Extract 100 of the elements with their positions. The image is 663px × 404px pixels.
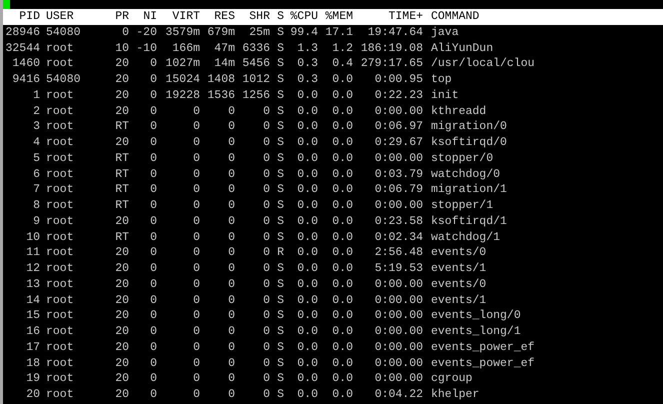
table-cell: 0.0 xyxy=(332,388,353,401)
table-cell: 0 xyxy=(263,120,270,134)
table-cell: 16 xyxy=(26,325,40,338)
table-cell: S xyxy=(277,388,284,401)
table-cell: 0 xyxy=(150,104,157,118)
table-cell: 0 xyxy=(150,214,157,228)
table-cell: 0 xyxy=(150,183,157,196)
table-cell: 20 xyxy=(26,388,40,401)
table-cell: 15 xyxy=(26,309,40,322)
table-cell: 0 xyxy=(263,183,270,196)
text-cursor xyxy=(3,0,10,9)
table-cell: 6336 xyxy=(242,42,270,54)
table-cell: 19228 xyxy=(165,88,200,102)
table-cell: 0 xyxy=(150,168,157,180)
table-cell: 3 xyxy=(33,120,40,134)
table-cell: events/1 xyxy=(431,294,486,306)
table-cell: S xyxy=(277,42,284,54)
table-cell: ksoftirqd/1 xyxy=(431,214,507,228)
table-cell: 0:02.34 xyxy=(374,230,423,244)
table-cell: 0 xyxy=(122,26,129,39)
table-cell: 1256 xyxy=(242,88,270,102)
table-cell: 0 xyxy=(150,372,157,386)
table-cell: 0.0 xyxy=(332,294,353,306)
table-cell: 0 xyxy=(193,278,200,291)
table-cell: 0.0 xyxy=(332,199,353,212)
column-header: TIME+ xyxy=(388,10,423,23)
table-cell: root xyxy=(46,136,74,149)
table-cell: 0 xyxy=(228,340,235,354)
column-header: PR xyxy=(115,10,129,23)
table-cell: 0.0 xyxy=(297,199,318,212)
table-cell: S xyxy=(277,183,284,196)
table-cell: 1536 xyxy=(207,88,235,102)
table-cell: 0 xyxy=(150,136,157,149)
table-cell: S xyxy=(277,294,284,306)
table-cell: 20 xyxy=(115,356,129,370)
table-cell: 0 xyxy=(228,104,235,118)
table-cell: migration/0 xyxy=(431,120,507,134)
table-cell: S xyxy=(277,168,284,180)
table-cell: 0 xyxy=(150,120,157,134)
table-cell: 0 xyxy=(150,262,157,275)
table-cell: 47m xyxy=(214,42,235,54)
table-cell: 0 xyxy=(263,230,270,244)
table-cell: 0 xyxy=(193,262,200,275)
table-cell: 20 xyxy=(115,372,129,386)
table-cell: events/0 xyxy=(431,278,486,291)
column-header: NI xyxy=(143,10,157,23)
table-cell: 166m xyxy=(172,42,200,54)
table-cell: migration/1 xyxy=(431,183,507,196)
table-cell: 0 xyxy=(263,372,270,386)
table-cell: events_long/1 xyxy=(431,325,521,338)
table-cell: top xyxy=(431,73,452,86)
table-cell: 679m xyxy=(207,26,235,39)
table-cell: watchdog/0 xyxy=(431,168,500,180)
table-cell: cgroup xyxy=(431,372,472,386)
table-cell: 0.0 xyxy=(297,356,318,370)
table-cell: S xyxy=(277,199,284,212)
table-cell: 17.1 xyxy=(325,26,353,39)
table-cell: 0 xyxy=(228,230,235,244)
table-cell: /usr/local/clou xyxy=(431,57,535,70)
table-cell: 20 xyxy=(115,294,129,306)
table-cell: 0 xyxy=(263,262,270,275)
table-cell: 0 xyxy=(150,340,157,354)
table-cell: RT xyxy=(115,120,129,134)
table-cell: 0.0 xyxy=(332,183,353,196)
table-cell: 0 xyxy=(193,152,200,165)
table-cell: 0 xyxy=(263,152,270,165)
table-cell: root xyxy=(46,183,74,196)
table-cell: 0.0 xyxy=(332,168,353,180)
table-cell: 2:56.48 xyxy=(374,246,423,260)
table-cell: 0 xyxy=(193,199,200,212)
table-cell: 0 xyxy=(228,246,235,260)
table-cell: 1.2 xyxy=(332,42,353,54)
column-header: PID xyxy=(19,10,40,23)
table-cell: 279:17.65 xyxy=(360,57,423,70)
table-cell: 20 xyxy=(115,340,129,354)
table-cell: 0 xyxy=(263,356,270,370)
table-cell: -10 xyxy=(136,42,157,54)
table-cell: 0.0 xyxy=(332,230,353,244)
table-cell: 0.0 xyxy=(332,104,353,118)
table-cell: 0 xyxy=(193,372,200,386)
table-cell: khelper xyxy=(431,388,480,401)
table-cell: 2 xyxy=(33,104,40,118)
table-cell: RT xyxy=(115,230,129,244)
table-cell: 1408 xyxy=(207,73,235,86)
table-cell: 20 xyxy=(115,214,129,228)
table-cell: 0.0 xyxy=(332,88,353,102)
table-cell: S xyxy=(277,136,284,149)
table-cell: watchdog/1 xyxy=(431,230,500,244)
table-cell: 0 xyxy=(228,120,235,134)
table-cell: 0:00.00 xyxy=(374,294,423,306)
table-cell: S xyxy=(277,325,284,338)
table-cell: 0 xyxy=(150,388,157,401)
table-cell: root xyxy=(46,325,74,338)
table-cell: 0:22.23 xyxy=(374,88,423,102)
table-cell: 0:06.97 xyxy=(374,120,423,134)
table-cell: 0.0 xyxy=(297,104,318,118)
table-cell: 0.0 xyxy=(297,183,318,196)
table-cell: S xyxy=(277,104,284,118)
table-cell: 0 xyxy=(193,294,200,306)
table-cell: S xyxy=(277,120,284,134)
